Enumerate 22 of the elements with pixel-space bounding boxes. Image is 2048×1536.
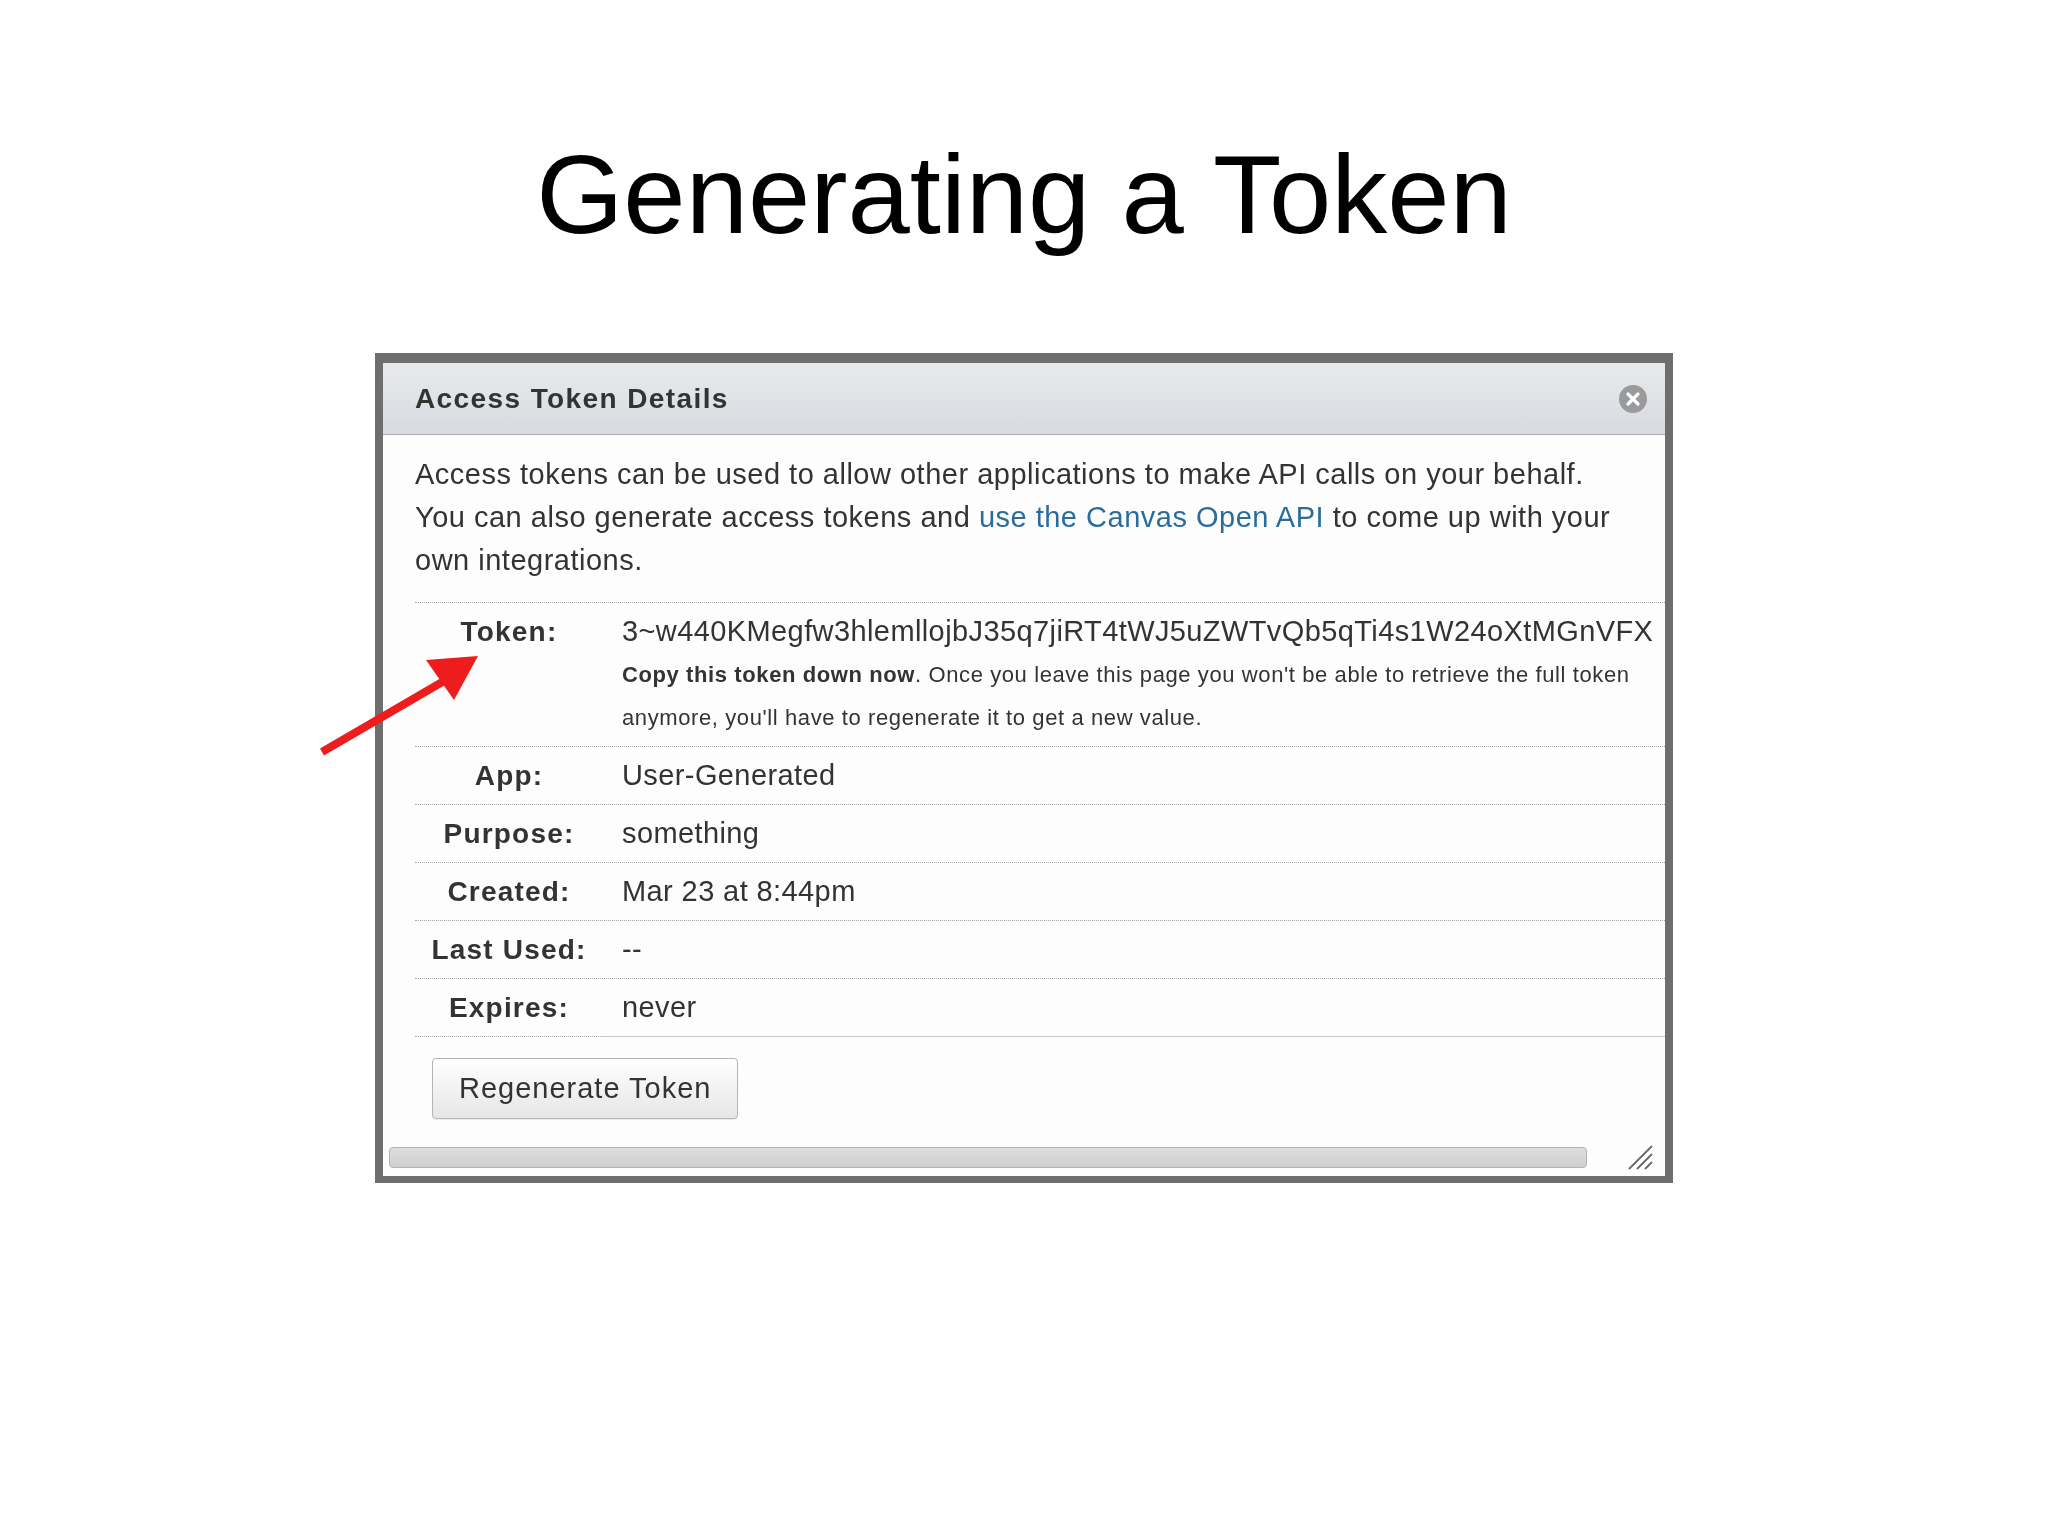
intro-text: Access tokens can be used to allow other applications to make API calls on your behalf. You can also generate access tokens and use the Canvas Open API to come up with your own integrations. [415,457,1612,578]
field-value: something [622,816,760,851]
field-value: never [622,990,697,1025]
regenerate-token-button[interactable]: Regenerate Token [432,1058,739,1119]
field-label: Purpose: [442,817,576,851]
arrow-icon [320,656,478,756]
slide-title: Generating a Token [536,131,1512,259]
field-label: Last Used: [430,933,588,967]
token-warning-text: Copy this token down now. Once you leave this page you won't be able to retrieve the full token anymore, you'll have to regenerate it to get a new value. [622,661,1631,732]
horizontal-scrollbar[interactable] [389,1146,1587,1168]
resize-grip-icon[interactable] [1627,1144,1653,1170]
field-label: App: [473,759,545,793]
field-label: Expires: [447,991,571,1025]
field-value: User-Generated [622,758,836,793]
field-label: Created: [446,875,572,909]
field-label: Token: [459,615,559,649]
field-value: -- [622,932,643,967]
canvas-api-link[interactable]: use the Canvas Open API [978,501,1325,533]
close-icon[interactable] [1619,384,1647,413]
token-value: 3~w440KMegfw3hlemllojbJ35q7jiRT4tWJ5uZWTvQb5qTi4s1W24oXtMGnVFX [622,614,1654,649]
dialog-title: Access Token Details [415,381,729,416]
field-value: Mar 23 at 8:44pm [622,874,856,909]
